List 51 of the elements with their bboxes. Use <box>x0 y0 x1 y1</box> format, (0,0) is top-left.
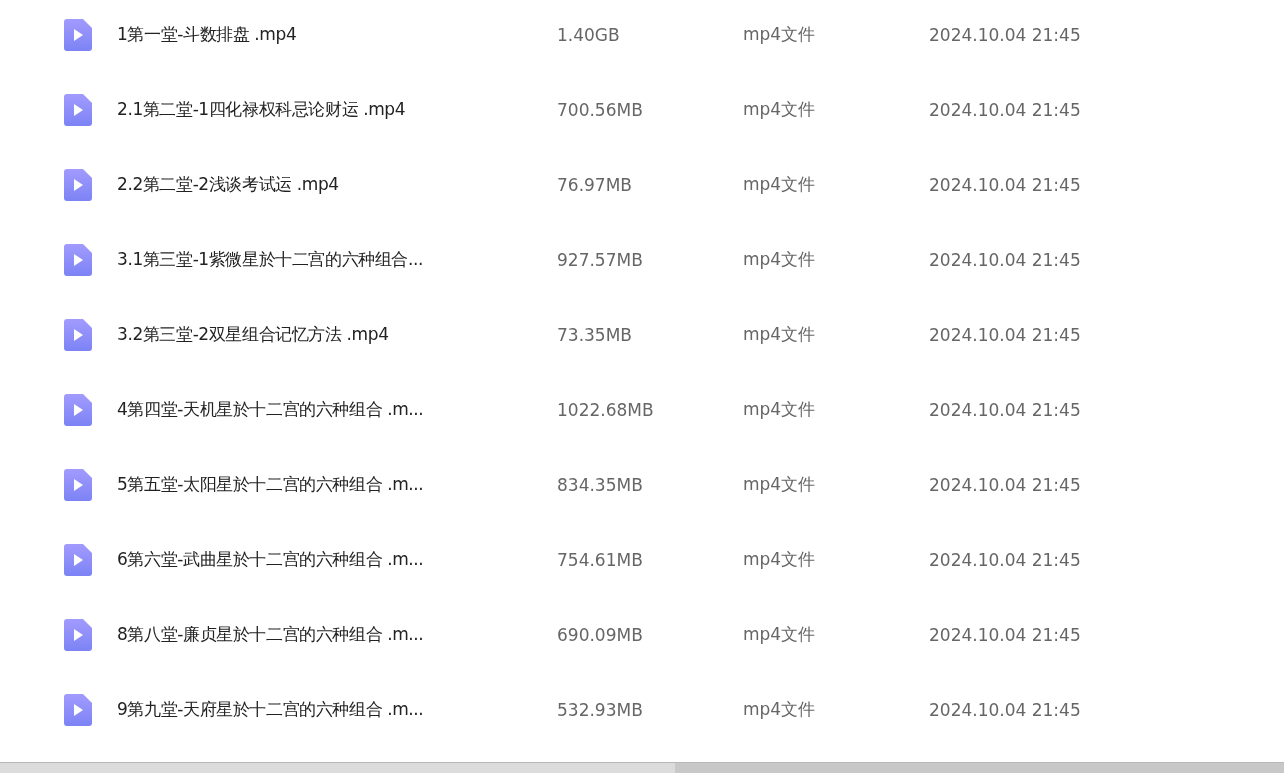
modified-date: 2024.10.04 21:45 <box>929 99 1081 120</box>
modified-date: 2024.10.04 21:45 <box>929 249 1081 270</box>
file-size: 532.93MB <box>557 699 644 720</box>
modified-date: 2024.10.04 21:45 <box>929 474 1081 495</box>
file-type: mp4文件 <box>743 623 817 646</box>
modified-date: 2024.10.04 21:45 <box>929 24 1081 45</box>
modified-date: 2024.10.04 21:45 <box>929 549 1081 570</box>
file-type: mp4文件 <box>743 698 817 721</box>
modified-date: 2024.10.04 21:45 <box>929 699 1081 720</box>
file-size: 1022.68MB <box>557 399 655 420</box>
file-name[interactable]: 3.2第三堂-2双星组合记忆方法 .mp4 <box>117 323 557 346</box>
file-size: 754.61MB <box>557 549 644 570</box>
file-type: mp4文件 <box>743 398 817 421</box>
video-file-icon <box>64 168 92 201</box>
video-file-icon <box>64 93 92 126</box>
video-file-icon <box>64 543 92 576</box>
file-size: 73.35MB <box>557 324 633 345</box>
file-name[interactable]: 8第八堂-廉贞星於十二宫的六种组合 .m... <box>117 623 557 646</box>
video-file-icon <box>64 618 92 651</box>
file-type: mp4文件 <box>743 23 817 46</box>
file-name[interactable]: 2.2第二堂-2浅谈考试运 .mp4 <box>117 173 557 196</box>
video-file-icon <box>64 318 92 351</box>
video-file-icon <box>64 693 92 726</box>
file-type: mp4文件 <box>743 548 817 571</box>
file-name[interactable]: 1第一堂-斗数排盘 .mp4 <box>117 23 557 46</box>
modified-date: 2024.10.04 21:45 <box>929 399 1081 420</box>
video-file-icon <box>64 18 92 51</box>
file-name[interactable]: 2.1第二堂-1四化禄权科忌论财运 .mp4 <box>117 98 557 121</box>
file-type: mp4文件 <box>743 473 817 496</box>
file-type: mp4文件 <box>743 173 817 196</box>
modified-date: 2024.10.04 21:45 <box>929 324 1081 345</box>
file-name[interactable]: 6第六堂-武曲星於十二宫的六种组合 .m... <box>117 548 557 571</box>
file-size: 76.97MB <box>557 174 633 195</box>
modified-date: 2024.10.04 21:45 <box>929 624 1081 645</box>
video-file-icon <box>64 243 92 276</box>
file-name[interactable]: 9第九堂-天府星於十二宫的六种组合 .m... <box>117 698 557 721</box>
file-size: 834.35MB <box>557 474 644 495</box>
file-name[interactable]: 3.1第三堂-1紫微星於十二宫的六种组合... <box>117 248 557 271</box>
file-size: 690.09MB <box>557 624 644 645</box>
file-name[interactable]: 5第五堂-太阳星於十二宫的六种组合 .m... <box>117 473 557 496</box>
modified-date: 2024.10.04 21:45 <box>929 174 1081 195</box>
file-type: mp4文件 <box>743 98 817 121</box>
video-file-icon <box>64 468 92 501</box>
video-file-icon <box>64 393 92 426</box>
file-size: 927.57MB <box>557 249 644 270</box>
file-type: mp4文件 <box>743 323 817 346</box>
file-size: 1.40GB <box>557 24 621 45</box>
file-type: mp4文件 <box>743 248 817 271</box>
file-name[interactable]: 4第四堂-天机星於十二宫的六种组合 .m... <box>117 398 557 421</box>
horizontal-scrollbar[interactable] <box>0 762 1284 773</box>
file-size: 700.56MB <box>557 99 644 120</box>
